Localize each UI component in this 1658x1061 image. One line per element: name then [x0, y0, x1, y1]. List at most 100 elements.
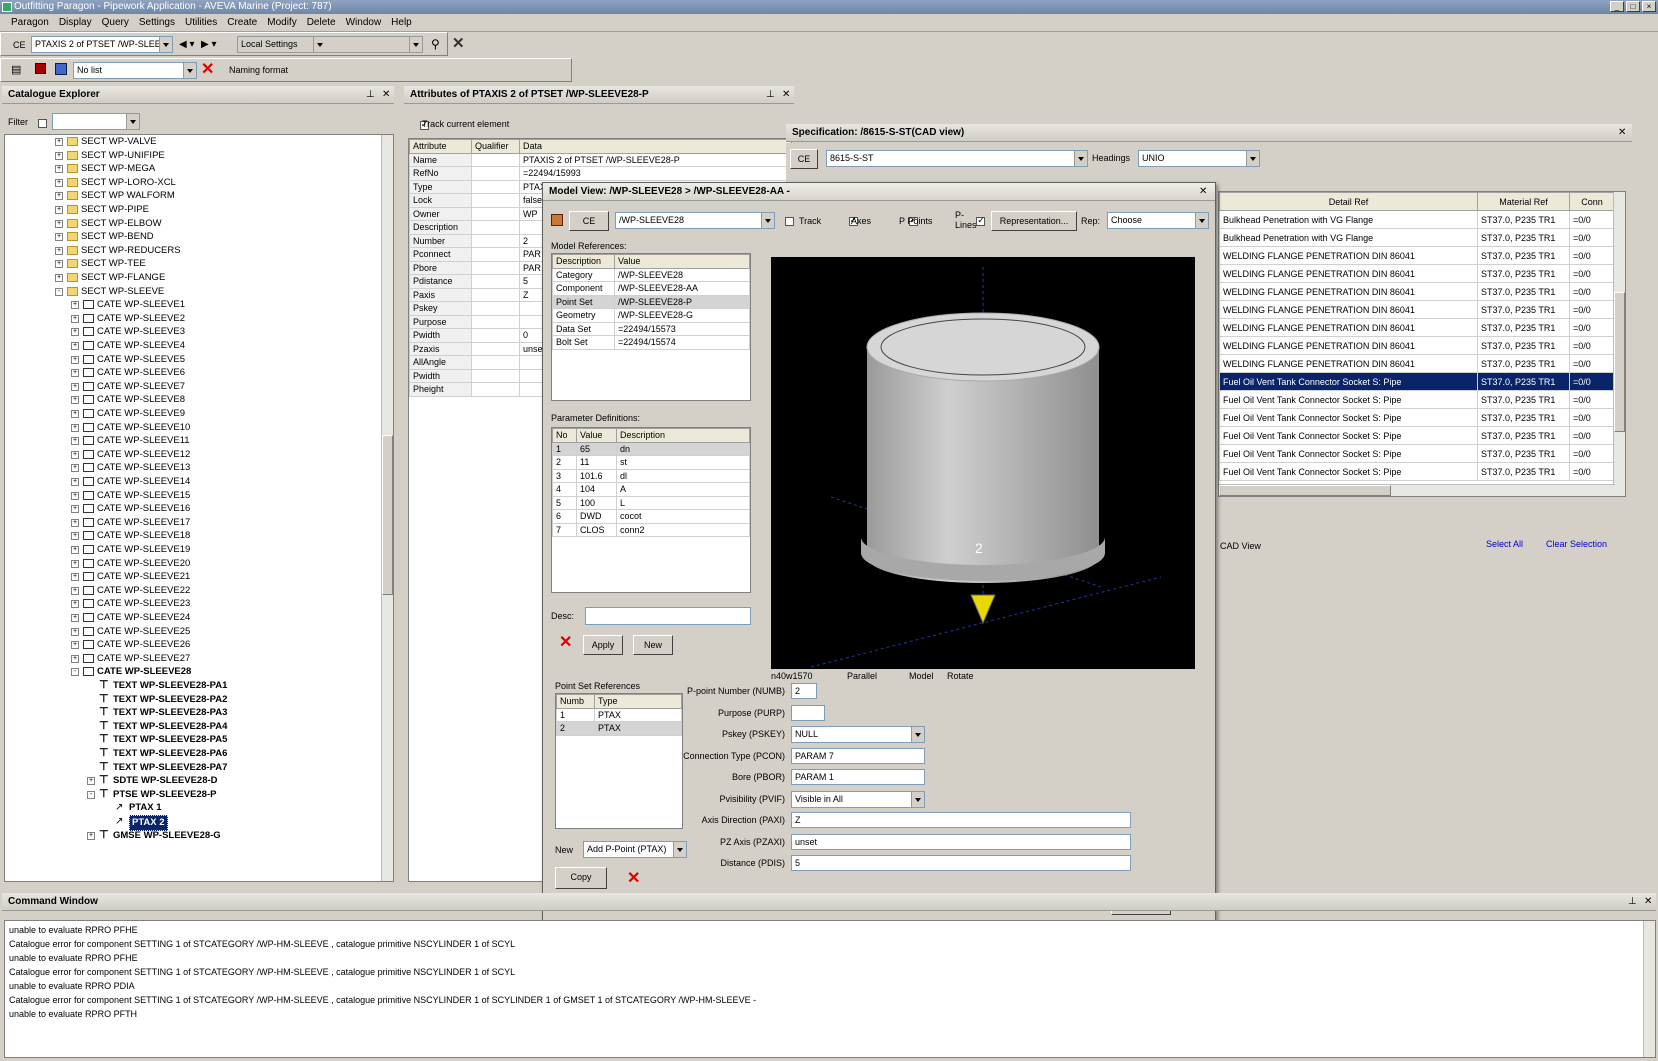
expand-icon[interactable]: + — [87, 777, 95, 786]
form-field-input[interactable]: PARAM 7 — [791, 747, 925, 764]
table-row[interactable]: 2 PTAX — [556, 721, 682, 736]
tree-node[interactable]: + SECT WP-REDUCERS — [5, 244, 379, 258]
table-row[interactable]: 1 65 dn — [552, 441, 750, 456]
tree-node[interactable]: + CATE WP-SLEEVE23 — [5, 597, 379, 611]
table-row[interactable]: RefNo =22494/15993 — [409, 166, 791, 181]
table-cell[interactable]: =22494/15993 — [519, 166, 791, 181]
close-icon[interactable]: ✕ — [452, 36, 465, 52]
menu-delete[interactable]: Delete — [307, 17, 336, 28]
forward-arrow-icon[interactable]: ▶ ▾ — [201, 39, 217, 50]
menu-paragon[interactable]: Paragon — [11, 17, 49, 28]
headings-combo[interactable]: UNIO — [1138, 150, 1260, 167]
tree-node[interactable]: ↗ PTAX 2 — [5, 815, 379, 831]
table-row[interactable]: Geometry/WP-SLEEVE28-G — [552, 308, 750, 323]
expand-icon[interactable]: + — [71, 396, 79, 405]
settings-combo[interactable]: Local Settings — [237, 36, 423, 53]
form-field-input[interactable]: 2 — [791, 683, 817, 699]
clear-selection-link[interactable]: Clear Selection — [1546, 539, 1607, 549]
spec-combo[interactable]: 8615-S-ST — [826, 150, 1088, 167]
tree-node[interactable]: + CATE WP-SLEEVE25 — [5, 625, 379, 639]
form-field-input[interactable]: NULL — [791, 726, 925, 743]
tree-node[interactable]: + SECT WP-BEND — [5, 230, 379, 244]
tree-node[interactable]: + CATE WP-SLEEVE27 — [5, 652, 379, 666]
table-row[interactable]: WELDING FLANGE PENETRATION DIN 86041 ST37… — [1219, 318, 1615, 337]
form-field-input[interactable] — [791, 704, 825, 721]
tree-node[interactable]: + SECT WP-UNIFIPE — [5, 149, 379, 163]
table-row[interactable]: Fuel Oil Vent Tank Connector Socket S: P… — [1219, 444, 1615, 463]
table-row[interactable]: Fuel Oil Vent Tank Connector Socket S: P… — [1219, 408, 1615, 427]
expand-icon[interactable]: + — [55, 138, 63, 146]
select-all-link[interactable]: Select All — [1486, 539, 1523, 549]
expand-icon[interactable]: + — [71, 301, 79, 310]
tree-node[interactable]: + CATE WP-SLEEVE1 — [5, 298, 379, 312]
scroll-thumb[interactable] — [1219, 485, 1391, 496]
table-cell[interactable]: PTAXIS 2 of PTSET /WP-SLEEVE28-P — [519, 152, 791, 167]
expand-icon[interactable]: + — [71, 627, 79, 636]
tree-node[interactable]: ⊤ TEXT WP-SLEEVE28-PA6 — [5, 747, 379, 761]
tree-node[interactable]: + CATE WP-SLEEVE4 — [5, 339, 379, 353]
tree-node[interactable]: + SECT WP-LORO-XCL — [5, 176, 379, 190]
table-row[interactable]: WELDING FLANGE PENETRATION DIN 86041 ST37… — [1219, 246, 1615, 265]
tree-node[interactable]: + SECT WP-TEE — [5, 257, 379, 271]
table-row[interactable]: 2 11st — [552, 455, 750, 470]
column-header[interactable]: Qualifier — [471, 139, 520, 154]
menu-display[interactable]: Display — [59, 17, 92, 28]
column-header[interactable]: Attribute — [409, 139, 472, 154]
track-checkbox[interactable] — [785, 216, 794, 226]
close-icon[interactable]: ✕ — [382, 86, 390, 104]
tree-node[interactable]: + CATE WP-SLEEVE2 — [5, 312, 379, 326]
expand-icon[interactable]: + — [71, 491, 79, 500]
tree-node[interactable]: ⊤ TEXT WP-SLEEVE28-PA3 — [5, 706, 379, 720]
expand-icon[interactable]: + — [71, 464, 79, 473]
expand-icon[interactable]: + — [71, 586, 79, 595]
expand-icon[interactable]: + — [55, 165, 63, 174]
close-icon[interactable]: ✕ — [1644, 893, 1652, 911]
column-header[interactable]: Numb — [556, 694, 595, 709]
column-header[interactable]: Description — [616, 428, 750, 443]
delete-param-icon[interactable]: ✕ — [559, 635, 572, 651]
expand-icon[interactable]: + — [55, 206, 63, 214]
expand-icon[interactable]: + — [71, 369, 79, 378]
tree-node[interactable]: - SECT WP-SLEEVE — [5, 285, 379, 299]
scroll-thumb[interactable] — [1614, 292, 1625, 432]
table-row[interactable]: Fuel Oil Vent Tank Connector Socket S: P… — [1219, 372, 1615, 391]
list-combo[interactable]: No list — [73, 62, 197, 79]
table-row[interactable]: Point Set/WP-SLEEVE28-P — [552, 294, 750, 309]
tree-node[interactable]: + CATE WP-SLEEVE19 — [5, 543, 379, 557]
menu-window[interactable]: Window — [346, 17, 382, 28]
collapse-icon[interactable]: - — [71, 668, 79, 677]
tree-node[interactable]: ↗ PTAX 1 — [5, 801, 379, 815]
form-field-input[interactable]: unset — [791, 833, 1131, 850]
expand-icon[interactable]: + — [71, 573, 79, 582]
expand-icon[interactable]: + — [71, 641, 79, 650]
expand-icon[interactable]: + — [71, 614, 79, 622]
tree-node[interactable]: ⊤ TEXT WP-SLEEVE28-PA2 — [5, 693, 379, 707]
close-icon[interactable]: ✕ — [1199, 183, 1207, 201]
table-row[interactable]: Bolt Set =22494/15574 — [552, 335, 750, 350]
tree-node[interactable]: - CATE WP-SLEEVE28 — [5, 665, 379, 679]
expand-icon[interactable]: + — [55, 219, 63, 228]
expand-icon[interactable]: + — [71, 410, 79, 418]
tree-node[interactable]: + CATE WP-SLEEVE22 — [5, 584, 379, 598]
menu-query[interactable]: Query — [102, 17, 129, 28]
tree-node[interactable]: + SECT WP-PIPE — [5, 203, 379, 217]
naming-format-label[interactable]: Naming format — [229, 65, 288, 75]
tree-node[interactable]: ⊤ TEXT WP-SLEEVE28-PA4 — [5, 720, 379, 734]
delete-point-icon[interactable]: ✕ — [627, 871, 640, 887]
table-row[interactable]: 4 104 A — [552, 482, 750, 497]
tree-node[interactable]: ⊤ TEXT WP-SLEEVE28-PA5 — [5, 733, 379, 747]
expand-icon[interactable]: + — [71, 437, 79, 446]
expand-icon[interactable]: + — [55, 274, 63, 282]
expand-icon[interactable]: + — [71, 342, 79, 350]
tree-node[interactable]: + CATE WP-SLEEVE17 — [5, 516, 379, 530]
tree-node[interactable]: + CATE WP-SLEEVE10 — [5, 421, 379, 435]
param-new-button[interactable]: New — [633, 635, 673, 655]
table-row[interactable]: 5 100 L — [552, 495, 750, 510]
tree-node[interactable]: ⊤ TEXT WP-SLEEVE28-PA1 — [5, 679, 379, 693]
column-header[interactable]: Material Ref — [1477, 192, 1570, 211]
column-header[interactable]: No — [552, 428, 577, 443]
expand-icon[interactable]: + — [71, 559, 79, 568]
tree-node[interactable]: + CATE WP-SLEEVE16 — [5, 502, 379, 516]
close-window-button[interactable]: × — [1642, 1, 1656, 12]
column-header[interactable]: Value — [614, 254, 750, 269]
